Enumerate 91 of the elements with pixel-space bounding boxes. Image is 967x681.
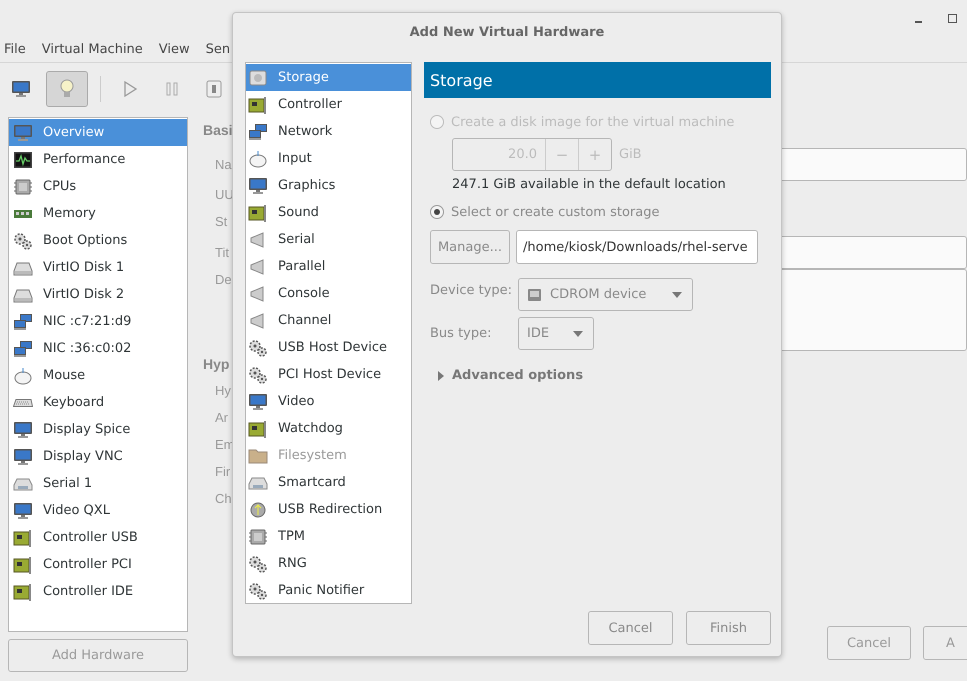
- panel-header: Storage: [424, 62, 771, 98]
- menu-item[interactable]: File: [4, 42, 26, 56]
- hardware-list-item[interactable]: Display VNC: [9, 443, 187, 470]
- hardware-list-item[interactable]: Memory: [9, 200, 187, 227]
- device-type-item[interactable]: Channel: [246, 307, 411, 334]
- hardware-list-item[interactable]: Boot Options: [9, 227, 187, 254]
- hardware-list-item[interactable]: VirtIO Disk 1: [9, 254, 187, 281]
- caret-icon: [573, 330, 583, 336]
- device-type-item[interactable]: Graphics: [246, 172, 411, 199]
- field-label: Ar: [215, 410, 228, 425]
- device-type-item[interactable]: Network: [246, 118, 411, 145]
- device-type-item[interactable]: RNG: [246, 550, 411, 577]
- card-icon: [248, 420, 268, 438]
- device-type-item[interactable]: Video: [246, 388, 411, 415]
- hardware-list-item[interactable]: NIC :36:c0:02: [9, 335, 187, 362]
- bus-type-label: Bus type:: [430, 326, 492, 341]
- hardware-list-item[interactable]: Controller IDE: [9, 578, 187, 605]
- device-type-item[interactable]: Panic Notifier: [246, 577, 411, 604]
- mouse-icon: [13, 366, 33, 384]
- chip-icon: [13, 178, 33, 196]
- gears-icon: [248, 366, 268, 384]
- monitor-icon: [248, 176, 268, 194]
- device-type-item[interactable]: Parallel: [246, 253, 411, 280]
- hardware-list-item[interactable]: Video QXL: [9, 497, 187, 524]
- device-type-item[interactable]: Controller: [246, 91, 411, 118]
- field-label: Na: [215, 156, 232, 172]
- field-label: Ch: [215, 491, 232, 506]
- dialog-title: Add New Virtual Hardware: [408, 24, 606, 42]
- monitor-icon: [248, 392, 268, 410]
- device-type-item[interactable]: TPM: [246, 523, 411, 550]
- device-type-item[interactable]: Console: [246, 280, 411, 307]
- hardware-list-item[interactable]: CPUs: [9, 173, 187, 200]
- hardware-list-item[interactable]: VirtIO Disk 2: [9, 281, 187, 308]
- device-type-item[interactable]: Smartcard: [246, 469, 411, 496]
- gears-icon: [248, 554, 268, 572]
- available-space-text: 247.1 GiB available in the default location: [452, 177, 727, 192]
- field-label: St: [215, 214, 228, 229]
- expander-arrow-icon: [438, 370, 444, 380]
- field-label: De: [215, 271, 232, 287]
- gears-icon: [13, 232, 33, 250]
- maximize-icon[interactable]: [948, 14, 957, 22]
- keyboard-icon: [13, 398, 33, 406]
- section-heading: Hyp: [203, 355, 230, 374]
- menu-item[interactable]: Sen: [206, 42, 230, 56]
- chart-icon: [13, 150, 33, 168]
- monitor-icon: [13, 420, 33, 438]
- device-type-item[interactable]: PCI Host Device: [246, 361, 411, 388]
- menu-item[interactable]: View: [158, 42, 190, 56]
- path-field[interactable]: /home/kiosk/Downloads/rhel-serve: [516, 230, 758, 264]
- card-icon: [13, 582, 33, 600]
- card-icon: [13, 528, 33, 546]
- section-heading: Basi: [203, 121, 233, 140]
- device-type-item[interactable]: Sound: [246, 199, 411, 226]
- usb-icon: [248, 500, 268, 518]
- power-icon: [204, 78, 224, 100]
- caret-icon: [672, 292, 682, 298]
- device-type-item[interactable]: Watchdog: [246, 415, 411, 442]
- network-icon: [248, 122, 268, 140]
- chip-icon: [248, 528, 268, 546]
- field-label: Tit: [215, 244, 229, 260]
- device-type-item[interactable]: Input: [246, 145, 411, 172]
- radio-button[interactable]: [430, 205, 444, 219]
- hardware-list-item[interactable]: Keyboard: [9, 389, 187, 416]
- card-icon: [248, 96, 268, 114]
- gears-icon: [248, 338, 268, 356]
- gears-icon: [248, 582, 268, 600]
- card-icon: [13, 556, 33, 574]
- hardware-list-item[interactable]: Mouse: [9, 362, 187, 389]
- hardware-list-item[interactable]: NIC :c7:21:d9: [9, 308, 187, 335]
- mouse-icon: [248, 150, 268, 168]
- device-type-item[interactable]: Serial: [246, 226, 411, 253]
- device-type-label: Device type:: [430, 283, 514, 298]
- hardware-list-item[interactable]: Serial 1: [9, 470, 187, 497]
- field-label: Fir: [215, 464, 230, 479]
- network-icon: [13, 340, 33, 358]
- monitor-icon: [11, 80, 31, 98]
- monitor-icon: [13, 448, 33, 466]
- hardware-list-item[interactable]: Controller PCI: [9, 551, 187, 578]
- network-icon: [13, 312, 33, 330]
- card-icon: [248, 204, 268, 222]
- menu-item[interactable]: Virtual Machine: [42, 42, 143, 56]
- advanced-options-expander[interactable]: Advanced options: [430, 368, 771, 383]
- hardware-list-item[interactable]: Controller USB: [9, 524, 187, 551]
- monitor-icon: [13, 502, 33, 520]
- hardware-list-item[interactable]: Performance: [9, 146, 187, 173]
- folder-icon: [248, 446, 268, 464]
- device-type-item[interactable]: USB Host Device: [246, 334, 411, 361]
- hardware-list-item[interactable]: Display Spice: [9, 416, 187, 443]
- monitor-icon: [13, 124, 33, 142]
- device-type-item[interactable]: USB Redirection: [246, 496, 411, 523]
- field-label: Hy: [215, 383, 231, 398]
